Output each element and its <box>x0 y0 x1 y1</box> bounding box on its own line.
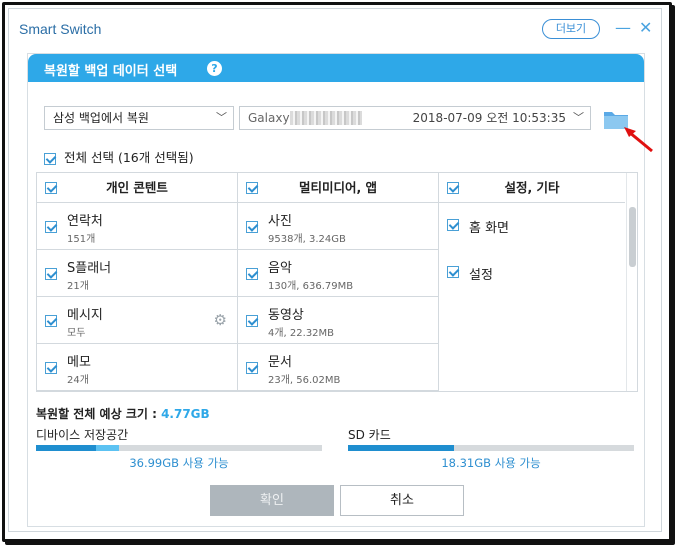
item-name: 설정 <box>469 268 493 283</box>
item-count: 9538개, 3.24GB <box>268 234 346 245</box>
sd-card-label: SD 카드 <box>348 428 391 442</box>
sd-card-available: 18.31GB 사용 가능 <box>441 456 541 470</box>
column-header-label: 설정, 기타 <box>504 180 560 195</box>
item-count: 모두 <box>67 328 86 339</box>
item-count: 130개, 636.79MB <box>268 281 354 292</box>
column-header-label: 멀티미디어, 앱 <box>298 180 378 195</box>
item-videos[interactable]: 동영상 4개, 22.32MB <box>238 297 438 344</box>
more-button[interactable]: 더보기 <box>542 19 600 39</box>
column-header[interactable]: 설정, 기타 <box>439 173 625 203</box>
column-header[interactable]: 개인 콘텐트 <box>37 173 237 203</box>
column-header-label: 개인 콘텐트 <box>106 180 168 195</box>
column-settings-other: 설정, 기타 홈 화면 설정 <box>439 173 625 391</box>
checkbox[interactable] <box>447 219 459 231</box>
redacted-device-name <box>290 111 362 125</box>
backup-date: 2018-07-09 오전 10:53:35 <box>412 111 566 125</box>
item-s-planner[interactable]: S플래너 21개 <box>37 250 237 297</box>
checkbox[interactable] <box>246 182 258 194</box>
sd-card-used <box>348 445 454 451</box>
column-multimedia-apps: 멀티미디어, 앱 사진 9538개, 3.24GB 음악 130개, 636.7… <box>238 173 439 391</box>
checkbox[interactable] <box>45 315 57 327</box>
backup-device-name: Galaxy <box>248 111 290 125</box>
backup-version-select[interactable]: Galaxy 2018-07-09 오전 10:53:35 ﹀ <box>239 106 591 130</box>
item-name: 메모 <box>67 355 91 370</box>
item-name: 홈 화면 <box>469 221 510 236</box>
help-icon[interactable]: ? <box>207 61 222 76</box>
app-title: Smart Switch <box>19 21 102 37</box>
checkbox[interactable] <box>44 152 56 165</box>
checkbox[interactable] <box>447 266 459 278</box>
dialog-header: 복원할 백업 데이터 선택 ? <box>28 54 644 82</box>
item-count: 4개, 22.32MB <box>268 328 335 339</box>
checkbox[interactable] <box>447 182 459 194</box>
checkbox[interactable] <box>45 268 57 280</box>
item-count: 23개, 56.02MB <box>268 375 341 386</box>
item-music[interactable]: 음악 130개, 636.79MB <box>238 250 438 297</box>
estimated-size-label: 복원할 전체 예상 크기 : <box>36 407 162 421</box>
item-documents[interactable]: 문서 23개, 56.02MB <box>238 344 438 391</box>
item-count: 24개 <box>67 375 89 386</box>
backup-source-select[interactable]: 삼성 백업에서 복원 ﹀ <box>44 106 234 130</box>
device-storage-bar <box>36 445 322 451</box>
item-count: 151개 <box>67 234 96 245</box>
item-name: 메시지 <box>67 308 103 323</box>
minimize-icon[interactable]: — <box>615 18 631 38</box>
checkbox[interactable] <box>45 221 57 233</box>
smart-switch-window: Smart Switch 더보기 — ✕ 복원할 백업 데이터 선택 ? 삼성 … <box>8 8 662 532</box>
column-header[interactable]: 멀티미디어, 앱 <box>238 173 438 203</box>
checkbox[interactable] <box>45 362 57 374</box>
item-messages[interactable]: 메시지 모두 ⚙ <box>37 297 237 344</box>
estimated-size-value: 4.77GB <box>161 407 210 421</box>
close-icon[interactable]: ✕ <box>639 18 652 38</box>
item-contacts[interactable]: 연락처 151개 <box>37 203 237 250</box>
item-photos[interactable]: 사진 9538개, 3.24GB <box>238 203 438 250</box>
scrollbar-thumb[interactable] <box>629 207 636 267</box>
chevron-down-icon: ﹀ <box>216 111 227 124</box>
device-storage-used <box>36 445 97 451</box>
item-memo[interactable]: 메모 24개 <box>37 344 237 391</box>
annotation-arrow-icon <box>624 127 653 153</box>
column-personal-content: 개인 콘텐트 연락처 151개 S플래너 21개 메시지 모두 ⚙ 메모 24개 <box>37 173 238 391</box>
estimated-size: 복원할 전체 예상 크기 : 4.77GB <box>36 405 210 422</box>
item-name: 음악 <box>268 261 292 276</box>
item-name: 문서 <box>268 355 292 370</box>
checkbox[interactable] <box>246 315 258 327</box>
item-home-screen[interactable]: 홈 화면 <box>439 203 625 250</box>
checkbox[interactable] <box>246 221 258 233</box>
checkbox[interactable] <box>45 182 57 194</box>
backup-source-value: 삼성 백업에서 복원 <box>53 111 149 125</box>
device-storage-label: 디바이스 저장공간 <box>36 428 129 442</box>
gear-icon[interactable]: ⚙ <box>214 311 227 329</box>
cancel-button[interactable]: 취소 <box>340 485 464 516</box>
ok-button[interactable]: 확인 <box>210 485 334 516</box>
checkbox[interactable] <box>246 268 258 280</box>
checkbox[interactable] <box>246 362 258 374</box>
item-settings[interactable]: 설정 <box>439 250 625 297</box>
select-all-label: 전체 선택 (16개 선택됨) <box>64 150 194 165</box>
restore-dialog: 복원할 백업 데이터 선택 ? 삼성 백업에서 복원 ﹀ Galaxy 2018… <box>27 53 653 527</box>
item-name: S플래너 <box>67 261 112 276</box>
device-storage-available: 36.99GB 사용 가능 <box>129 456 229 470</box>
item-name: 연락처 <box>67 214 103 229</box>
item-name: 사진 <box>268 214 292 229</box>
device-storage-restore <box>96 445 119 451</box>
table-scrollbar[interactable] <box>626 173 637 391</box>
item-count: 21개 <box>67 281 89 292</box>
item-name: 동영상 <box>268 308 304 323</box>
sd-card-bar <box>348 445 634 451</box>
chevron-down-icon: ﹀ <box>573 111 584 124</box>
content-category-table: 개인 콘텐트 연락처 151개 S플래너 21개 메시지 모두 ⚙ 메모 24개… <box>36 172 638 392</box>
title-bar: Smart Switch 더보기 — ✕ <box>9 9 661 49</box>
dialog-title: 복원할 백업 데이터 선택 <box>44 64 178 79</box>
select-all-checkbox[interactable]: 전체 선택 (16개 선택됨) <box>44 147 194 166</box>
